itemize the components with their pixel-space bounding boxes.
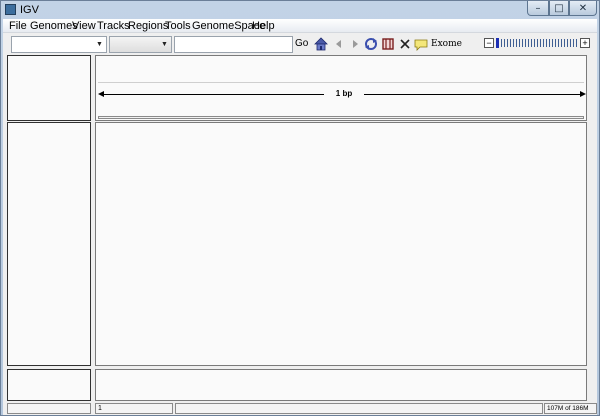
zoom-tick <box>573 39 574 47</box>
zoom-tick <box>570 39 571 47</box>
zoom-tick <box>522 39 523 47</box>
status-position: 1 <box>95 403 173 414</box>
ruler-panel[interactable]: 1 bp <box>95 55 587 121</box>
exome-button[interactable]: Exome <box>431 39 462 49</box>
locus-search-input[interactable] <box>174 36 293 53</box>
genome-dropdown[interactable]: ▼ <box>11 36 107 53</box>
chevron-down-icon: ▼ <box>161 41 168 48</box>
zoom-tick <box>528 39 529 47</box>
home-icon[interactable] <box>314 37 328 51</box>
status-bar: 1 107M of 186M <box>3 402 597 415</box>
zoom-tick <box>519 39 520 47</box>
zoom-in-button[interactable]: + <box>580 38 590 48</box>
zoom-tick <box>564 39 565 47</box>
zoom-tick <box>537 39 538 47</box>
zoom-tick <box>534 39 535 47</box>
ruler-line-left <box>102 94 328 95</box>
menu-genomes[interactable]: Genomes <box>30 20 78 32</box>
menu-help[interactable]: Help <box>252 20 275 32</box>
chevron-down-icon: ▼ <box>96 41 103 48</box>
title-bar[interactable]: IGV – □ ✕ <box>1 1 599 19</box>
zoom-tick <box>546 39 547 47</box>
zoom-tick <box>543 39 544 47</box>
zoom-tick <box>504 39 505 47</box>
ruler-scale-label: 1 bp <box>324 89 364 98</box>
client-area: File Genomes View Tracks Regions Tools G… <box>3 19 597 415</box>
ideogram-area <box>98 82 584 83</box>
zoom-slider-thumb[interactable] <box>496 38 499 48</box>
ruler-scale: 1 bp <box>98 89 586 101</box>
menu-view[interactable]: View <box>72 20 96 32</box>
popup-text-icon[interactable] <box>414 37 428 51</box>
zoom-tick <box>516 39 517 47</box>
close-window-button[interactable]: ✕ <box>569 1 597 16</box>
minimize-button[interactable]: – <box>527 1 549 16</box>
menu-tracks[interactable]: Tracks <box>97 20 130 32</box>
app-icon <box>5 4 16 15</box>
feature-track-panel[interactable] <box>95 369 587 401</box>
zoom-out-button[interactable]: − <box>484 38 494 48</box>
close-icon[interactable] <box>398 37 412 51</box>
menu-file[interactable]: File <box>9 20 27 32</box>
refresh-icon[interactable] <box>364 37 378 51</box>
zoom-tick <box>510 39 511 47</box>
menu-tools[interactable]: Tools <box>165 20 191 32</box>
toolbar: ▼ ▼ Go Exome − + <box>3 34 597 55</box>
zoom-tick <box>558 39 559 47</box>
header-name-panel <box>7 55 91 121</box>
zoom-tick <box>567 39 568 47</box>
ruler-line-right <box>360 94 582 95</box>
feature-track-name-panel <box>7 369 91 401</box>
zoom-slider[interactable] <box>496 38 578 48</box>
window-title: IGV <box>20 4 39 16</box>
zoom-tick <box>540 39 541 47</box>
region-of-interest-icon[interactable] <box>381 37 395 51</box>
igv-window: IGV – □ ✕ File Genomes View Tracks Regio… <box>0 0 600 416</box>
status-message <box>175 403 543 414</box>
zoom-tick <box>555 39 556 47</box>
chromosome-dropdown[interactable]: ▼ <box>109 36 172 53</box>
ruler-right-arrow <box>580 91 586 97</box>
zoom-tick <box>501 39 502 47</box>
data-track-name-panel <box>7 122 91 366</box>
menu-regions[interactable]: Regions <box>128 20 168 32</box>
zoom-tick <box>531 39 532 47</box>
zoom-tick <box>507 39 508 47</box>
zoom-tick <box>552 39 553 47</box>
zoom-tick <box>513 39 514 47</box>
data-track-panel[interactable] <box>95 122 587 366</box>
maximize-button[interactable]: □ <box>549 1 569 16</box>
zoom-tick <box>549 39 550 47</box>
zoom-tick <box>561 39 562 47</box>
zoom-tick <box>576 39 577 47</box>
memory-usage[interactable]: 107M of 186M <box>544 403 597 414</box>
go-button[interactable]: Go <box>295 38 308 49</box>
ruler-track-strip <box>98 116 584 119</box>
back-arrow-icon[interactable] <box>332 37 346 51</box>
status-empty-cell <box>7 403 91 414</box>
zoom-tick <box>525 39 526 47</box>
menu-bar: File Genomes View Tracks Regions Tools G… <box>3 19 597 33</box>
forward-arrow-icon[interactable] <box>348 37 362 51</box>
